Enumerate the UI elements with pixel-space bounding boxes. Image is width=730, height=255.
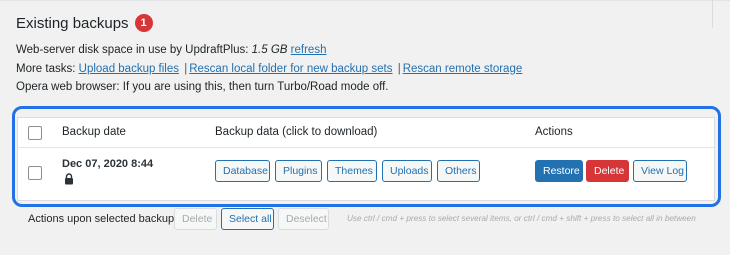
right-divider [712,0,713,28]
rescan-local-folder-link[interactable]: Rescan local folder for new backup sets [189,63,392,75]
selection-hint: Use ctrl / cmd + press to select several… [347,214,696,223]
link-separator: | [184,63,188,75]
bulk-delete-button[interactable]: Delete [174,208,217,230]
opera-text: If you are using this, then turn Turbo/R… [122,81,389,93]
bulk-actions-label: Actions upon selected backups [28,213,180,225]
refresh-link[interactable]: refresh [291,44,327,56]
top-divider [0,0,730,1]
link-separator: | [397,63,401,75]
disk-space-label: Web-server disk space in use by UpdraftP… [16,44,249,56]
opera-label: Opera web browser: [16,81,120,93]
deselect-button[interactable]: Deselect [278,208,329,230]
select-all-button[interactable]: Select all [221,208,274,230]
rescan-remote-storage-link[interactable]: Rescan remote storage [403,63,523,75]
more-tasks-label: More tasks: [16,63,76,75]
opera-notice-line: Opera web browser: If you are using this… [16,81,388,93]
count-badge: 1 [134,14,153,32]
disk-space-line: Web-server disk space in use by UpdraftP… [16,44,326,56]
page-title: Existing backups [16,14,129,32]
disk-space-value: 1.5 GB [251,44,288,56]
table-focus-outline [12,106,721,207]
more-tasks-line: More tasks: Upload backup files | Rescan … [16,63,522,75]
upload-backup-files-link[interactable]: Upload backup files [79,63,179,75]
section-heading: Existing backups 1 [16,14,153,32]
